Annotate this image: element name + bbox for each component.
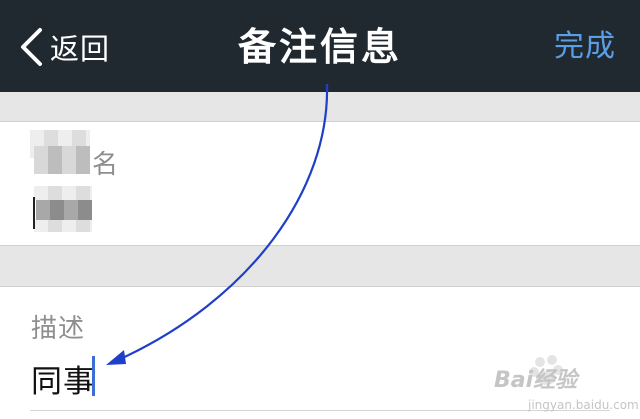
text-caret <box>92 356 95 396</box>
redacted-label-part <box>34 146 90 174</box>
page-title: 备注信息 <box>237 25 402 69</box>
name-field-label: 名 <box>92 150 120 180</box>
done-button[interactable]: 完成 <box>554 24 616 70</box>
watermark-brand: Bai经验 <box>494 368 578 393</box>
description-field-label: 描述 <box>31 314 86 344</box>
description-value: 同事 <box>31 364 95 400</box>
redacted-name-value <box>34 220 92 232</box>
section-separator <box>0 245 640 287</box>
redacted-name-value <box>34 186 92 200</box>
redacted-name-value <box>36 200 92 220</box>
section-separator <box>0 92 640 122</box>
text-caret <box>33 197 35 229</box>
watermark-site: jingyan.baidu.com <box>528 398 639 412</box>
navigation-bar: 返回 备注信息 完成 <box>0 0 640 92</box>
name-input[interactable] <box>30 190 610 234</box>
